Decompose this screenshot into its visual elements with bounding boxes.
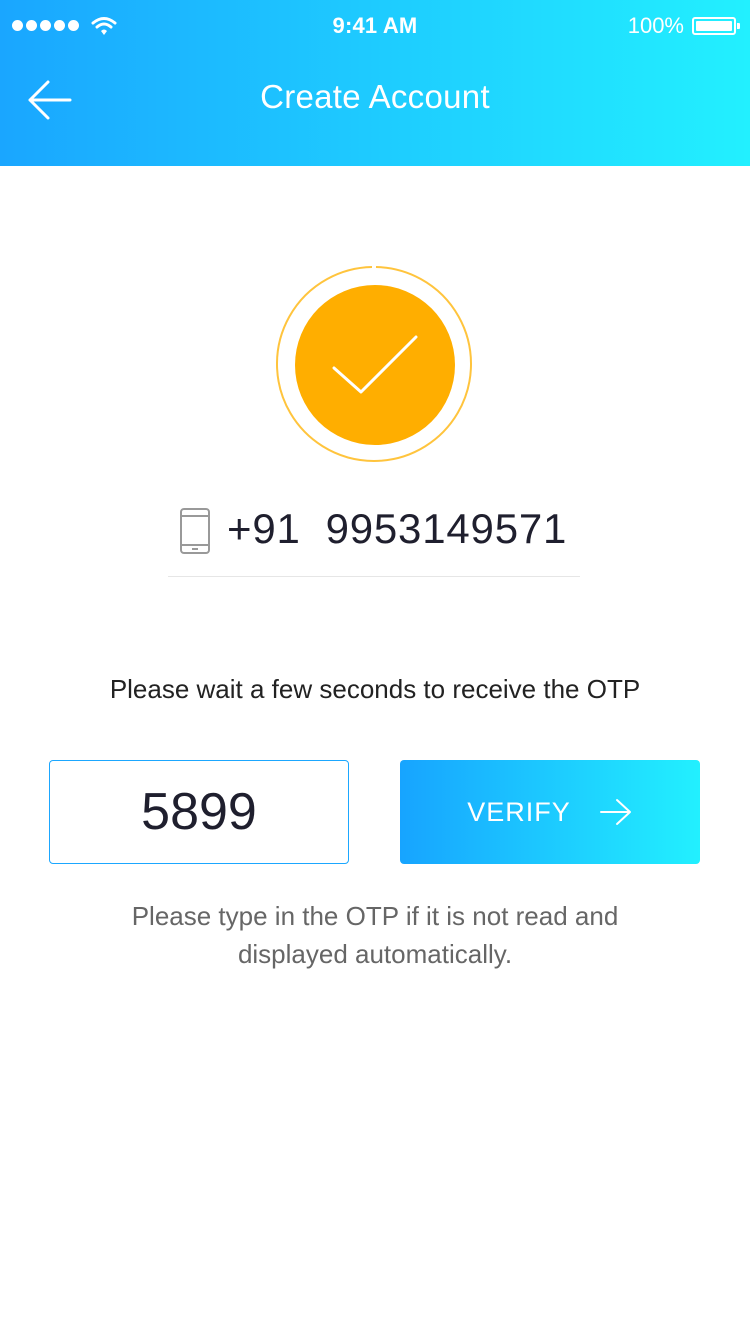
- battery-percentage: 100%: [627, 13, 684, 38]
- status-bar: 9:41 AM 100%: [0, 0, 750, 54]
- phone-number: +91 9953149571: [227, 505, 568, 552]
- otp-input[interactable]: [49, 760, 349, 864]
- mobile-phone-icon: [180, 508, 210, 554]
- check-circle-icon: [276, 266, 472, 462]
- otp-wait-message: Please wait a few seconds to receive the…: [109, 674, 641, 704]
- app-header: 9:41 AM 100% Create Account: [0, 0, 750, 166]
- battery-icon: [692, 17, 740, 35]
- otp-hint-message: Please type in the OTP if it is not read…: [131, 901, 619, 969]
- phone-number-display: +91 9953149571: [168, 505, 580, 577]
- arrow-right-icon: [599, 799, 631, 825]
- phone-divider: [168, 576, 580, 577]
- verify-button[interactable]: VERIFY: [400, 760, 700, 864]
- page-title: Create Account: [260, 78, 490, 115]
- verify-button-label: VERIFY: [467, 796, 571, 827]
